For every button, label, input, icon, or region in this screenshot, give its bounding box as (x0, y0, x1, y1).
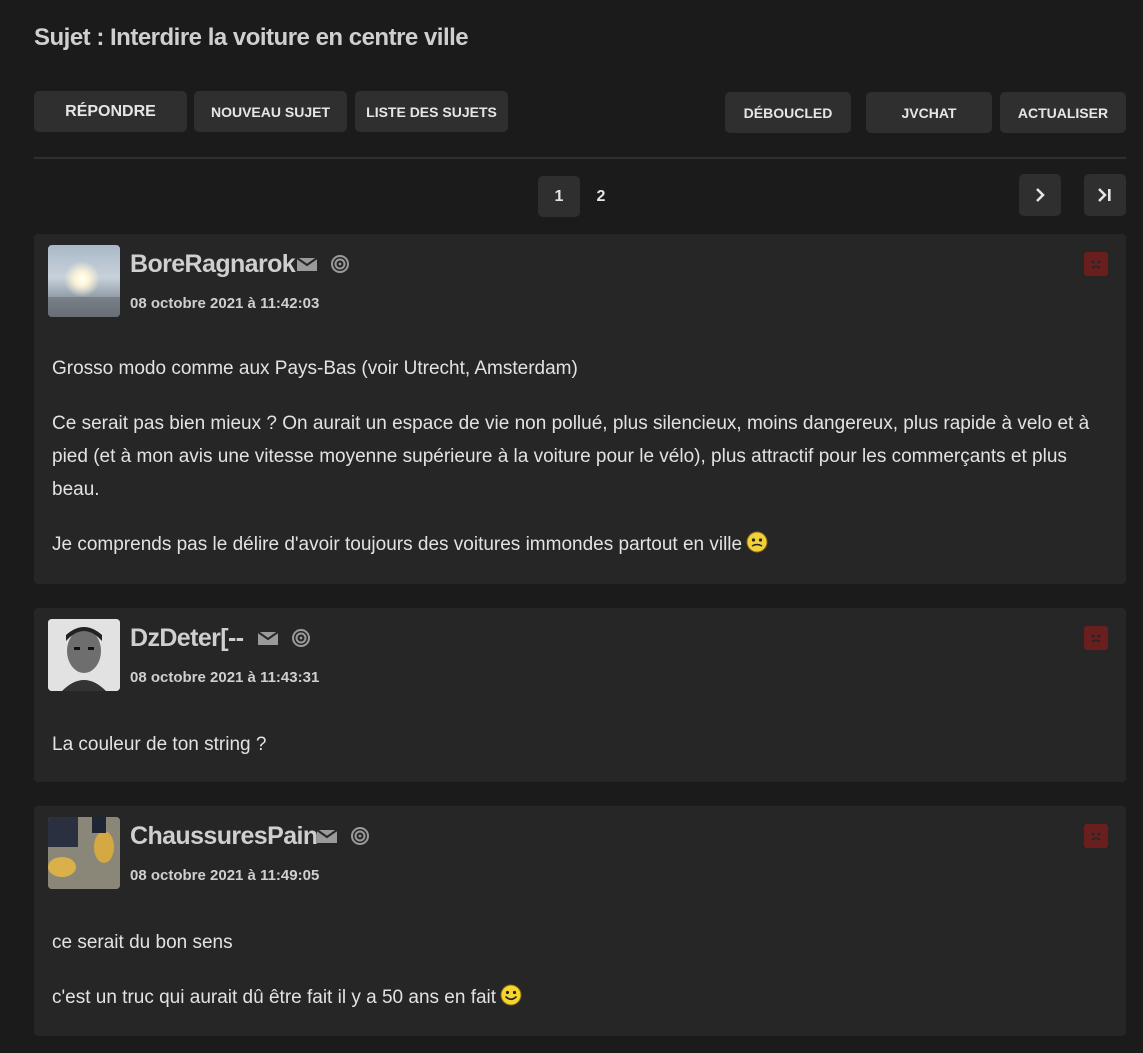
shoes-avatar-image (48, 817, 120, 889)
avatar[interactable] (48, 817, 120, 889)
hap-smiley-icon (746, 531, 768, 553)
avatar[interactable] (48, 619, 120, 691)
sad-face-icon (1091, 634, 1101, 643)
spiral-icon[interactable] (291, 628, 311, 648)
report-button[interactable] (1084, 252, 1108, 276)
page-title: Sujet : Interdire la voiture en centre v… (34, 24, 469, 51)
portrait-avatar-image (48, 619, 120, 691)
next-page-button[interactable] (1019, 174, 1061, 216)
sad-face-icon (1091, 832, 1101, 841)
post-paragraph: Ce serait pas bien mieux ? On aurait un … (52, 413, 1090, 500)
page-2-link[interactable]: 2 (590, 176, 612, 217)
post-body: Grosso modo comme aux Pays-Bas (voir Utr… (52, 352, 1107, 583)
author-name[interactable]: ChaussuresPain (130, 822, 318, 851)
report-button[interactable] (1084, 824, 1108, 848)
post-paragraph: ce serait du bon sens (52, 932, 233, 953)
post-paragraph: Je comprends pas le délire d'avoir toujo… (52, 528, 1107, 561)
post: DzDeter[-- 08 octobre 2021 à 11:43:31 La… (34, 608, 1126, 782)
post: BoreRagnarok 08 octobre 2021 à 11:42:03 … (34, 234, 1126, 584)
mail-icon[interactable] (296, 256, 318, 272)
post-paragraph: c'est un truc qui aurait dû être fait il… (52, 981, 1107, 1014)
deboucled-button[interactable]: DÉBOUCLED (725, 92, 851, 133)
report-button[interactable] (1084, 626, 1108, 650)
post-date[interactable]: 08 octobre 2021 à 11:49:05 (130, 867, 319, 884)
post-body: La couleur de ton string ? (52, 728, 1107, 783)
refresh-button[interactable]: ACTUALISER (1000, 92, 1126, 133)
spiral-icon[interactable] (350, 826, 370, 846)
author-name[interactable]: DzDeter[-- (130, 624, 244, 653)
smile-smiley-icon (500, 984, 522, 1006)
page-1-link[interactable]: 1 (538, 176, 580, 217)
post-date[interactable]: 08 octobre 2021 à 11:43:31 (130, 669, 319, 686)
post-body: ce serait du bon sens c'est un truc qui … (52, 926, 1107, 1036)
last-page-icon (1098, 188, 1111, 202)
topic-list-button[interactable]: LISTE DES SUJETS (355, 91, 508, 132)
new-topic-button[interactable]: NOUVEAU SUJET (194, 91, 347, 132)
post-date[interactable]: 08 octobre 2021 à 11:42:03 (130, 295, 319, 312)
post: ChaussuresPain 08 octobre 2021 à 11:49:0… (34, 806, 1126, 1036)
avatar[interactable] (48, 245, 120, 317)
mail-icon[interactable] (257, 630, 279, 646)
last-page-button[interactable] (1084, 174, 1126, 216)
mail-icon[interactable] (316, 828, 338, 844)
sad-face-icon (1091, 260, 1101, 269)
reply-button[interactable]: RÉPONDRE (34, 91, 187, 132)
post-paragraph: La couleur de ton string ? (52, 734, 267, 755)
author-name[interactable]: BoreRagnarok (130, 250, 296, 279)
chevron-right-icon (1036, 188, 1045, 202)
post-paragraph: Grosso modo comme aux Pays-Bas (voir Utr… (52, 358, 578, 379)
spiral-icon[interactable] (330, 254, 350, 274)
jvchat-button[interactable]: JVCHAT (866, 92, 992, 133)
sun-avatar-image (48, 261, 120, 317)
divider (34, 157, 1126, 159)
